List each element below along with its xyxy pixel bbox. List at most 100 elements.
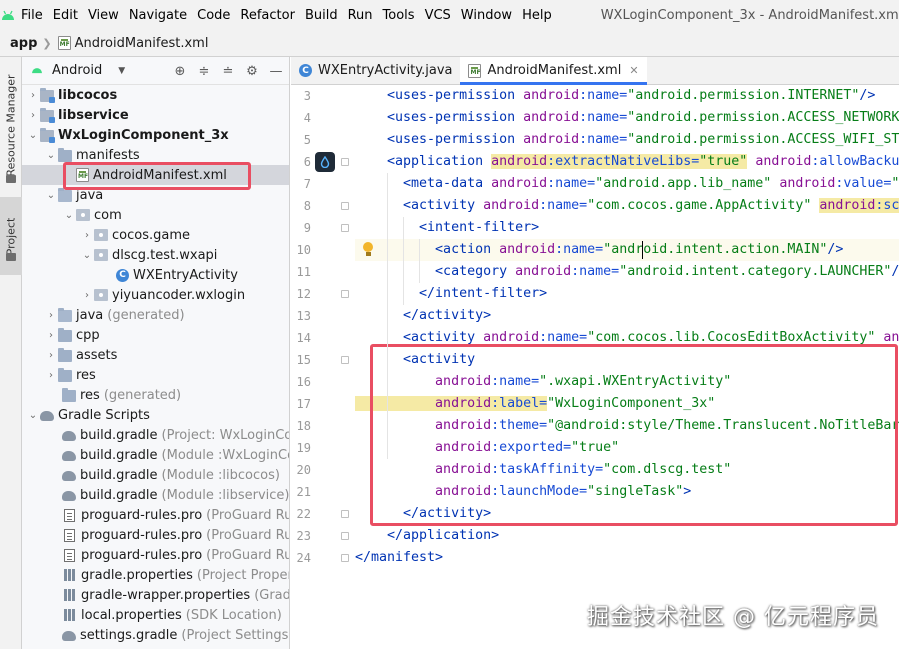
- menu-refactor[interactable]: Refactor: [235, 8, 300, 23]
- tree-item-build-gradle-libservice[interactable]: build.gradle (Module :libservice): [22, 485, 290, 505]
- menu-tools[interactable]: Tools: [378, 8, 420, 23]
- tab-wxentryactivity[interactable]: C WXEntryActivity.java: [291, 57, 460, 84]
- chevron-down-icon[interactable]: ⌄: [26, 410, 40, 421]
- tree-item-label: java: [76, 187, 104, 203]
- fold-marker-icon[interactable]: [341, 554, 349, 562]
- menu-code[interactable]: Code: [192, 8, 235, 23]
- android-gutter-icon[interactable]: [315, 152, 335, 172]
- menu-build[interactable]: Build: [300, 8, 343, 23]
- tree-item-wxentryactivity[interactable]: C WXEntryActivity: [22, 265, 289, 285]
- code-token: :name=: [571, 264, 620, 279]
- close-icon[interactable]: ✕: [629, 64, 638, 77]
- chevron-right-icon[interactable]: ›: [26, 90, 40, 101]
- expand-all-icon[interactable]: ≑: [197, 64, 211, 79]
- code-token: <activity: [355, 198, 484, 213]
- tree-item-java-generated[interactable]: › java (generated): [22, 305, 289, 325]
- tree-item-proguard-rules[interactable]: proguard-rules.pro (ProGuard Rule: [22, 545, 289, 565]
- fold-marker-icon[interactable]: [341, 158, 349, 166]
- menu-view[interactable]: View: [83, 8, 124, 23]
- tree-item-gradle-properties[interactable]: gradle.properties (Project Propertie: [22, 565, 289, 585]
- tree-item-java[interactable]: ⌄ java: [22, 185, 289, 205]
- fold-marker-icon[interactable]: [341, 532, 349, 540]
- chevron-right-icon[interactable]: ›: [80, 290, 94, 301]
- tree-item-label: proguard-rules.pro: [81, 527, 203, 543]
- tree-item-proguard-rules[interactable]: proguard-rules.pro (ProGuard Rule: [22, 505, 289, 525]
- tree-item-libservice[interactable]: › libservice: [22, 105, 289, 125]
- source-folder-icon: [58, 187, 72, 202]
- gear-icon[interactable]: ⚙: [245, 64, 259, 79]
- project-view-selector[interactable]: Android: [52, 63, 102, 78]
- chevron-right-icon[interactable]: ›: [44, 370, 58, 381]
- menu-edit[interactable]: Edit: [48, 8, 83, 23]
- breadcrumb-file[interactable]: AndroidManifest.xml: [75, 36, 209, 51]
- chevron-down-icon[interactable]: ▼: [118, 66, 125, 76]
- chevron-right-icon[interactable]: ›: [44, 350, 58, 361]
- menu-navigate[interactable]: Navigate: [124, 8, 192, 23]
- fold-marker-icon[interactable]: [341, 510, 349, 518]
- tree-item-assets[interactable]: › assets: [22, 345, 289, 365]
- chevron-right-icon[interactable]: ›: [80, 230, 94, 241]
- tree-item-build-gradle-project[interactable]: build.gradle (Project: WxLoginComp: [22, 425, 289, 445]
- tree-item-settings-gradle[interactable]: settings.gradle (Project Settings): [22, 625, 290, 645]
- folder-icon: [58, 347, 72, 362]
- tree-item-dlscg-test-wxapi[interactable]: ⌄ dlscg.test.wxapi: [22, 245, 289, 265]
- chevron-right-icon[interactable]: ›: [44, 310, 58, 321]
- tab-androidmanifest[interactable]: MF AndroidManifest.xml ✕: [460, 57, 647, 85]
- resource-manager-tab[interactable]: Resource Manager: [0, 65, 22, 185]
- fold-marker-icon[interactable]: [341, 290, 349, 298]
- chevron-right-icon[interactable]: ›: [44, 330, 58, 341]
- tree-item-res[interactable]: › res: [22, 365, 289, 385]
- lightbulb-icon[interactable]: [362, 242, 374, 258]
- code-area[interactable]: <uses-permission android:name="android.p…: [355, 85, 899, 649]
- code-token: android: [483, 330, 540, 345]
- code-token: android: [523, 110, 580, 125]
- tree-item-gradle-scripts[interactable]: ⌄ Gradle Scripts: [22, 405, 289, 425]
- line-number: 10: [296, 243, 311, 257]
- tree-item-cocos-game[interactable]: › cocos.game: [22, 225, 289, 245]
- chevron-down-icon[interactable]: ⌄: [44, 190, 58, 201]
- line-number: 17: [296, 397, 311, 411]
- tree-item-yiyuancoder-wxlogin[interactable]: › yiyuancoder.wxlogin: [22, 285, 289, 305]
- tree-item-androidmanifest[interactable]: MF AndroidManifest.xml: [22, 165, 289, 185]
- tree-item-local-properties[interactable]: local.properties (SDK Location): [22, 605, 289, 625]
- chevron-right-icon[interactable]: ›: [26, 110, 40, 121]
- tree-item-res-generated[interactable]: res (generated): [22, 385, 289, 405]
- tree-item-cpp[interactable]: › cpp: [22, 325, 289, 345]
- fold-marker-icon[interactable]: [341, 224, 349, 232]
- chevron-down-icon[interactable]: ⌄: [26, 130, 40, 141]
- tree-item-build-gradle-app[interactable]: build.gradle (Module :WxLoginCom: [22, 445, 289, 465]
- menu-file[interactable]: File: [16, 8, 48, 23]
- code-line: </manifest>: [355, 547, 443, 569]
- code-token: :value=: [835, 176, 892, 191]
- tree-item-hint: (Project Settings): [181, 627, 290, 643]
- module-folder-icon: [40, 87, 55, 103]
- tree-item-proguard-rules[interactable]: proguard-rules.pro (ProGuard Rule: [22, 525, 289, 545]
- class-icon: C: [116, 268, 129, 282]
- tree-item-wxlogincomponent[interactable]: ⌄ WxLoginComponent_3x: [22, 125, 289, 145]
- tree-item-label: Gradle Scripts: [58, 407, 150, 423]
- chevron-down-icon[interactable]: ⌄: [62, 210, 76, 221]
- fold-marker-icon[interactable]: [341, 202, 349, 210]
- tree-item-hint: (Project Propertie: [196, 567, 289, 583]
- tree-item-hint: (Module :libservice): [161, 487, 290, 503]
- menu-bar: File Edit View Navigate Code Refactor Bu…: [0, 0, 899, 30]
- locate-icon[interactable]: ⊕: [173, 64, 187, 79]
- breadcrumb-app[interactable]: app: [10, 36, 37, 51]
- tree-item-com[interactable]: ⌄ com: [22, 205, 289, 225]
- collapse-all-icon[interactable]: ≐: [221, 64, 235, 79]
- menu-vcs[interactable]: VCS: [420, 8, 456, 23]
- chevron-down-icon[interactable]: ⌄: [80, 250, 94, 261]
- line-number: 16: [296, 375, 311, 389]
- menu-window[interactable]: Window: [456, 8, 517, 23]
- menu-run[interactable]: Run: [343, 8, 378, 23]
- tree-item-gradle-wrapper-properties[interactable]: gradle-wrapper.properties (Gradle: [22, 585, 289, 605]
- tree-item-libcocos[interactable]: › libcocos: [22, 85, 289, 105]
- tree-item-build-gradle-libcocos[interactable]: build.gradle (Module :libcocos): [22, 465, 289, 485]
- project-tab[interactable]: Project: [0, 197, 22, 275]
- code-token: :allowBackup=: [811, 154, 899, 169]
- chevron-down-icon[interactable]: ⌄: [44, 150, 58, 161]
- minimize-icon[interactable]: —: [269, 64, 283, 79]
- menu-help[interactable]: Help: [517, 8, 557, 23]
- tree-item-manifests[interactable]: ⌄ manifests: [22, 145, 289, 165]
- fold-marker-icon[interactable]: [341, 356, 349, 364]
